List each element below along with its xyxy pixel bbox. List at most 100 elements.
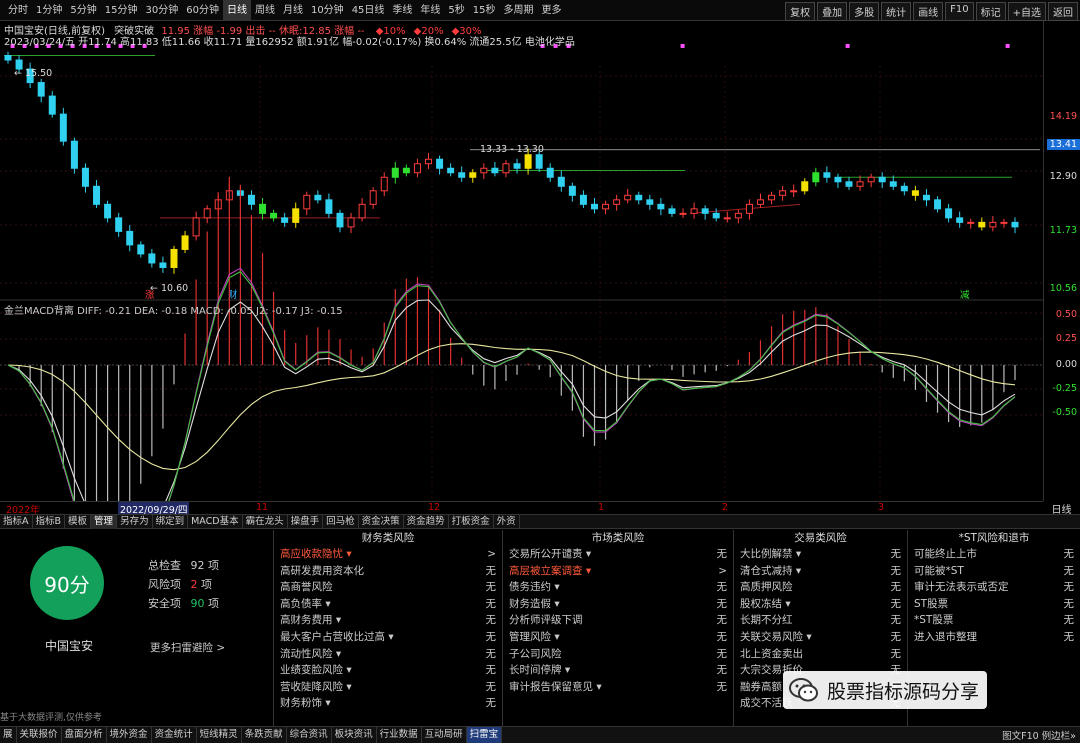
candle-body: [270, 212, 278, 219]
risk-row[interactable]: 分析师评级下调 无: [503, 612, 733, 629]
bottom-right-links[interactable]: 图文F10 例边栏»: [1002, 728, 1076, 742]
candle-body: [181, 235, 189, 250]
period-tab[interactable]: 15秒: [469, 0, 500, 21]
bottom-tab[interactable]: 综合资讯: [287, 727, 332, 743]
toolbar-button[interactable]: 叠加: [817, 2, 848, 21]
toolbar-button[interactable]: 复权: [785, 2, 816, 21]
risk-row[interactable]: 管理风险 ▾ 无: [503, 629, 733, 646]
indicator-tab[interactable]: 指标B: [33, 514, 66, 529]
risk-row[interactable]: 审计报告保留意见 ▾ 无: [503, 679, 733, 696]
indicator-tab[interactable]: 绑定到: [153, 514, 189, 529]
period-tab[interactable]: 1分钟: [32, 0, 66, 21]
period-tab[interactable]: 更多: [538, 0, 566, 21]
risk-row[interactable]: 财务造假 ▾ 无: [503, 596, 733, 613]
risk-row[interactable]: 可能终止上市 无: [908, 546, 1080, 563]
period-tab[interactable]: 多周期: [500, 0, 538, 21]
toolbar-button[interactable]: F10: [945, 2, 974, 21]
risk-row[interactable]: 可能被*ST 无: [908, 563, 1080, 580]
period-tab[interactable]: 5秒: [444, 0, 468, 21]
indicator-tab[interactable]: 指标A: [0, 514, 33, 529]
period-tab[interactable]: 5分钟: [66, 0, 100, 21]
bottom-tab[interactable]: 扫雷宝: [466, 727, 503, 743]
period-tab[interactable]: 月线: [279, 0, 307, 21]
risk-row[interactable]: 高层被立案调查 ▾ >: [503, 563, 733, 580]
indicator-tab[interactable]: 回马枪: [323, 514, 359, 529]
candle-body: [956, 217, 964, 223]
risk-row[interactable]: 关联交易风险 ▾ 无: [734, 629, 907, 646]
risk-row[interactable]: 高财务费用 ▾ 无: [274, 612, 502, 629]
more-scan-link[interactable]: 更多扫雷避险 >: [150, 640, 225, 655]
period-tab[interactable]: 30分钟: [141, 0, 182, 21]
risk-row[interactable]: 高应收款隐忧 ▾ >: [274, 546, 502, 563]
bottom-tab[interactable]: 短线精灵: [197, 727, 242, 743]
bottom-tab[interactable]: 互动局研: [422, 727, 467, 743]
period-tab[interactable]: 年线: [416, 0, 444, 21]
toolbar-button[interactable]: 多股: [849, 2, 880, 21]
risk-row[interactable]: 清仓式减持 ▾ 无: [734, 563, 907, 580]
candle-body: [325, 199, 333, 214]
bottom-tab[interactable]: 展: [0, 727, 17, 743]
risk-row[interactable]: 审计无法表示或否定 无: [908, 579, 1080, 596]
indicator-tab[interactable]: 管理: [91, 514, 118, 529]
period-tab[interactable]: 60分钟: [182, 0, 223, 21]
kline-chart[interactable]: ← 15.50← 10.6013.33 - 13.30涨财减▪ ▪ ▪ ▪ ▪ ▪ ▪ ▪ ▪ ▪…: [0, 21, 1043, 501]
bottom-tab[interactable]: 境外资金: [107, 727, 152, 743]
risk-row[interactable]: 长期不分红 无: [734, 612, 907, 629]
risk-row[interactable]: 业绩变脸风险 ▾ 无: [274, 662, 502, 679]
toolbar-button[interactable]: +自选: [1007, 2, 1046, 21]
bottom-tab[interactable]: 关联报价: [17, 727, 62, 743]
risk-row[interactable]: 进入退市整理 无: [908, 629, 1080, 646]
risk-row[interactable]: *ST股票 无: [908, 612, 1080, 629]
period-tab[interactable]: 10分钟: [307, 0, 348, 21]
risk-row[interactable]: 高研发费用资本化 无: [274, 563, 502, 580]
candle-body: [93, 185, 101, 205]
risk-value: 无: [485, 697, 497, 710]
risk-row[interactable]: 高商誉风险 无: [274, 579, 502, 596]
bottom-tab[interactable]: 板块资讯: [332, 727, 377, 743]
bottom-tab[interactable]: 行业数据: [377, 727, 422, 743]
toolbar-button[interactable]: 画线: [913, 2, 944, 21]
risk-row[interactable]: 高质押风险 无: [734, 579, 907, 596]
risk-row[interactable]: 交易所公开谴责 ▾ 无: [503, 546, 733, 563]
bottom-tab[interactable]: 资金统计: [152, 727, 197, 743]
indicator-tab[interactable]: 操盘手: [288, 514, 324, 529]
risk-row[interactable]: 流动性风险 ▾ 无: [274, 646, 502, 663]
indicator-tab[interactable]: 打板资金: [449, 514, 494, 529]
bottom-tab[interactable]: 条跌贡献: [242, 727, 287, 743]
indicator-tab[interactable]: 外资: [494, 514, 520, 529]
indicator-tab[interactable]: MACD基本: [188, 514, 243, 529]
bottom-tab[interactable]: 盘面分析: [62, 727, 107, 743]
risk-row[interactable]: 债务违约 ▾ 无: [503, 579, 733, 596]
indicator-tab[interactable]: 资金趋势: [404, 514, 449, 529]
toolbar-button[interactable]: 统计: [881, 2, 912, 21]
risk-row[interactable]: 财务粉饰 ▾ 无: [274, 695, 502, 712]
risk-row[interactable]: ST股票 无: [908, 596, 1080, 613]
indicator-tab[interactable]: 模板: [65, 514, 92, 529]
toolbar-button[interactable]: 标记: [975, 2, 1006, 21]
risk-row[interactable]: 股权冻结 ▾ 无: [734, 596, 907, 613]
indicator-tab[interactable]: 霸在龙头: [243, 514, 288, 529]
risk-value: 无: [890, 614, 902, 627]
candle-body: [524, 154, 532, 169]
period-tab[interactable]: 15分钟: [101, 0, 142, 21]
indicator-tabbar: 指标A 指标B 模板 管理 另存为 绑定到 MACD基本 霸在龙头 操盘手 回马枪 资金决策 资金趋势…: [0, 514, 1080, 529]
risk-row[interactable]: 营收陡降风险 ▾ 无: [274, 679, 502, 696]
risk-row[interactable]: 长时间停牌 ▾ 无: [503, 662, 733, 679]
risk-row[interactable]: 最大客户占营收比过高 ▾ 无: [274, 629, 502, 646]
period-tab[interactable]: 45日线: [348, 0, 389, 21]
candle-body: [579, 194, 587, 205]
period-label[interactable]: 日线: [1043, 501, 1080, 516]
indicator-tab[interactable]: 资金决策: [359, 514, 404, 529]
period-tab[interactable]: 分时: [4, 0, 32, 21]
candle-body: [159, 262, 167, 268]
period-tab[interactable]: 周线: [251, 0, 279, 21]
risk-row[interactable]: 高负债率 ▾ 无: [274, 596, 502, 613]
toolbar-button[interactable]: 返回: [1048, 2, 1078, 21]
watermark-text: 股票指标源码分享: [827, 680, 980, 703]
period-tab[interactable]: 季线: [388, 0, 416, 21]
period-tab[interactable]: 日线: [222, 0, 251, 21]
risk-row[interactable]: 子公司风险 无: [503, 646, 733, 663]
risk-row[interactable]: 北上资金卖出 无: [734, 646, 907, 663]
indicator-tab[interactable]: 另存为: [117, 514, 153, 529]
risk-row[interactable]: 大比例解禁 ▾ 无: [734, 546, 907, 563]
